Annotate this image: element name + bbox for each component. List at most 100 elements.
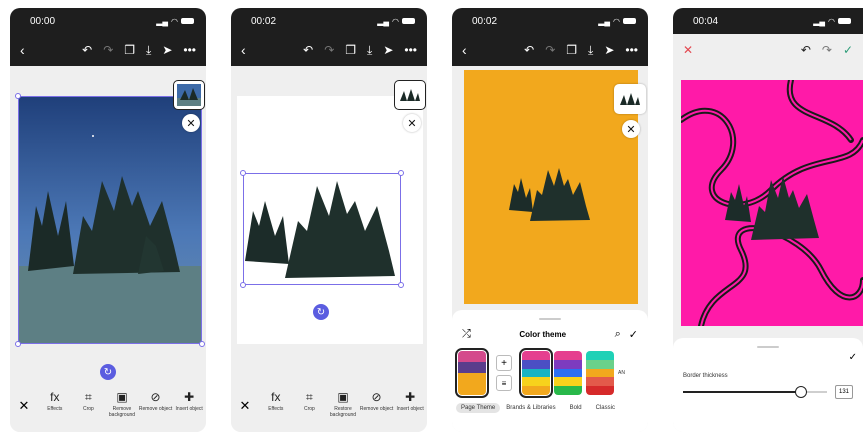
check-icon[interactable]: ✓ [849,352,857,363]
phone-screen-2: 00:02 ▂▄ ◠ ‹ ↶ ↷ ❐ ⤓ ➤ ••• ✕ ↻ ✕ fx Effe… [231,8,427,432]
download-icon[interactable]: ⤓ [367,43,372,58]
phone-screen-4: 00:04 ▂▄ ◠ ✕ ↶ ↷ ✓ ✓ Border thickness 13… [673,8,863,432]
send-icon[interactable]: ➤ [383,43,393,57]
tool-insert-object[interactable]: ✚ Insert object [393,390,427,412]
redo-icon[interactable]: ↷ [103,43,113,57]
status-bar: 00:02 ▂▄ ◠ [452,8,648,34]
more-icon[interactable]: ••• [625,43,638,57]
tool-label: Crop [82,406,94,412]
tool-label: Insert object [175,406,203,412]
add-icon[interactable]: + [496,355,512,371]
back-icon[interactable]: ‹ [462,42,467,58]
tool-crop[interactable]: ⌗ Crop [293,390,327,412]
resize-handle[interactable] [15,341,21,347]
rotate-icon[interactable]: ↻ [313,304,329,320]
shuffle-icon[interactable]: ⤮ [462,328,471,341]
tool-remove-background[interactable]: ▣ Remove background [105,390,139,418]
check-icon[interactable]: ✓ [843,43,853,57]
layers-icon[interactable]: ❐ [124,43,135,57]
tool-remove-object[interactable]: ⊘ Remove object [360,390,394,412]
tab-bold[interactable]: Bold [570,405,582,411]
battery-icon [623,18,636,24]
layers-icon[interactable]: ❐ [345,43,356,57]
redo-icon[interactable]: ↷ [822,43,832,57]
top-toolbar: ‹ ↶ ↷ ❐ ⤓ ➤ ••• [10,34,206,66]
undo-icon[interactable]: ↶ [82,43,92,57]
more-themes-letters: AN [618,370,625,376]
tool-label: Remove object [138,406,173,412]
resize-handle[interactable] [240,170,246,176]
undo-icon[interactable]: ↶ [801,43,811,57]
signal-icon: ▂▄ [598,16,611,26]
redo-icon[interactable]: ↷ [545,43,555,57]
tool-effects[interactable]: fx Effects [38,390,72,412]
battery-icon [402,18,415,24]
sheet-header: ✓ [673,348,863,363]
resize-handle[interactable] [398,170,404,176]
selection-frame[interactable] [243,173,401,285]
resize-handle[interactable] [240,282,246,288]
pink-page-squiggles[interactable] [681,80,863,326]
tool-crop[interactable]: ⌗ Crop [72,390,106,412]
cutout-trees[interactable] [508,166,592,224]
thumbnail-trees [620,93,640,105]
back-icon[interactable]: ‹ [20,42,25,58]
slider-label: Border thickness [683,373,728,379]
undo-icon[interactable]: ↶ [303,43,313,57]
close-icon[interactable]: ✕ [182,114,200,132]
selection-frame[interactable] [18,96,202,344]
layer-thumbnail[interactable] [394,80,426,110]
close-icon[interactable]: ✕ [10,390,38,414]
layers-icon[interactable]: ❐ [566,43,577,57]
more-icon[interactable]: ••• [404,43,417,57]
tool-remove-object[interactable]: ⊘ Remove object [139,390,173,412]
border-thickness-value[interactable]: 131 [835,385,853,399]
close-icon[interactable]: ✕ [683,43,693,57]
swatch-page-theme[interactable] [455,348,489,398]
undo-icon[interactable]: ↶ [524,43,534,57]
check-icon[interactable]: ✓ [629,328,638,341]
signal-icon: ▂▄ [377,16,390,26]
search-icon[interactable]: ⌕ [615,328,621,341]
border-thickness-slider[interactable] [683,386,827,398]
phone-screen-1: 00:00 ▂▄ ◠ ‹ ↶ ↷ ❐ ⤓ ➤ ••• ✕ ↻ ✕ fx Effe… [10,8,206,432]
tool-restore-background[interactable]: ▣ Restore background [326,390,360,418]
effects-icon: fx [50,390,60,404]
back-icon[interactable]: ‹ [241,42,246,58]
slider-knob[interactable] [795,386,808,398]
close-icon[interactable]: ✕ [231,390,259,414]
resize-handle[interactable] [398,282,404,288]
border-settings-sheet: ✓ Border thickness 131 [673,338,863,432]
thumbnail-photo [177,84,201,106]
wifi-icon: ◠ [613,16,620,26]
close-icon[interactable]: ✕ [622,120,640,138]
layer-thumbnail[interactable] [173,80,205,110]
tab-classic[interactable]: Classic [596,405,615,411]
swatch-bold-1[interactable] [519,348,553,398]
download-icon[interactable]: ⤓ [146,43,151,58]
tab-brands-libraries[interactable]: Brands & Libraries [506,405,555,411]
layer-thumbnail[interactable] [614,84,646,114]
bottom-toolbar: ✕ fx Effects ⌗ Crop ▣ Remove background ⊘ Re… [10,384,206,432]
close-icon[interactable]: ✕ [403,114,421,132]
tab-page-theme[interactable]: Page Theme [456,403,501,413]
swatch-bold-2[interactable] [554,351,582,395]
send-icon[interactable]: ➤ [162,43,172,57]
resize-handle[interactable] [15,93,21,99]
swatch-classic[interactable] [586,351,614,395]
tool-insert-object[interactable]: ✚ Insert object [172,390,206,412]
crop-icon: ⌗ [306,390,313,404]
download-icon[interactable]: ⤓ [588,43,593,58]
resize-handle[interactable] [199,341,205,347]
library-icon[interactable]: ≡ [496,375,512,391]
tool-effects[interactable]: fx Effects [259,390,293,412]
battery-icon [838,18,851,24]
redo-icon[interactable]: ↷ [324,43,334,57]
status-bar: 00:00 ▂▄ ◠ [10,8,206,34]
slider-fill [683,391,802,393]
status-time: 00:04 [693,15,719,27]
rotate-icon[interactable]: ↻ [100,364,116,380]
more-icon[interactable]: ••• [183,43,196,57]
send-icon[interactable]: ➤ [604,43,614,57]
signal-icon: ▂▄ [813,16,826,26]
